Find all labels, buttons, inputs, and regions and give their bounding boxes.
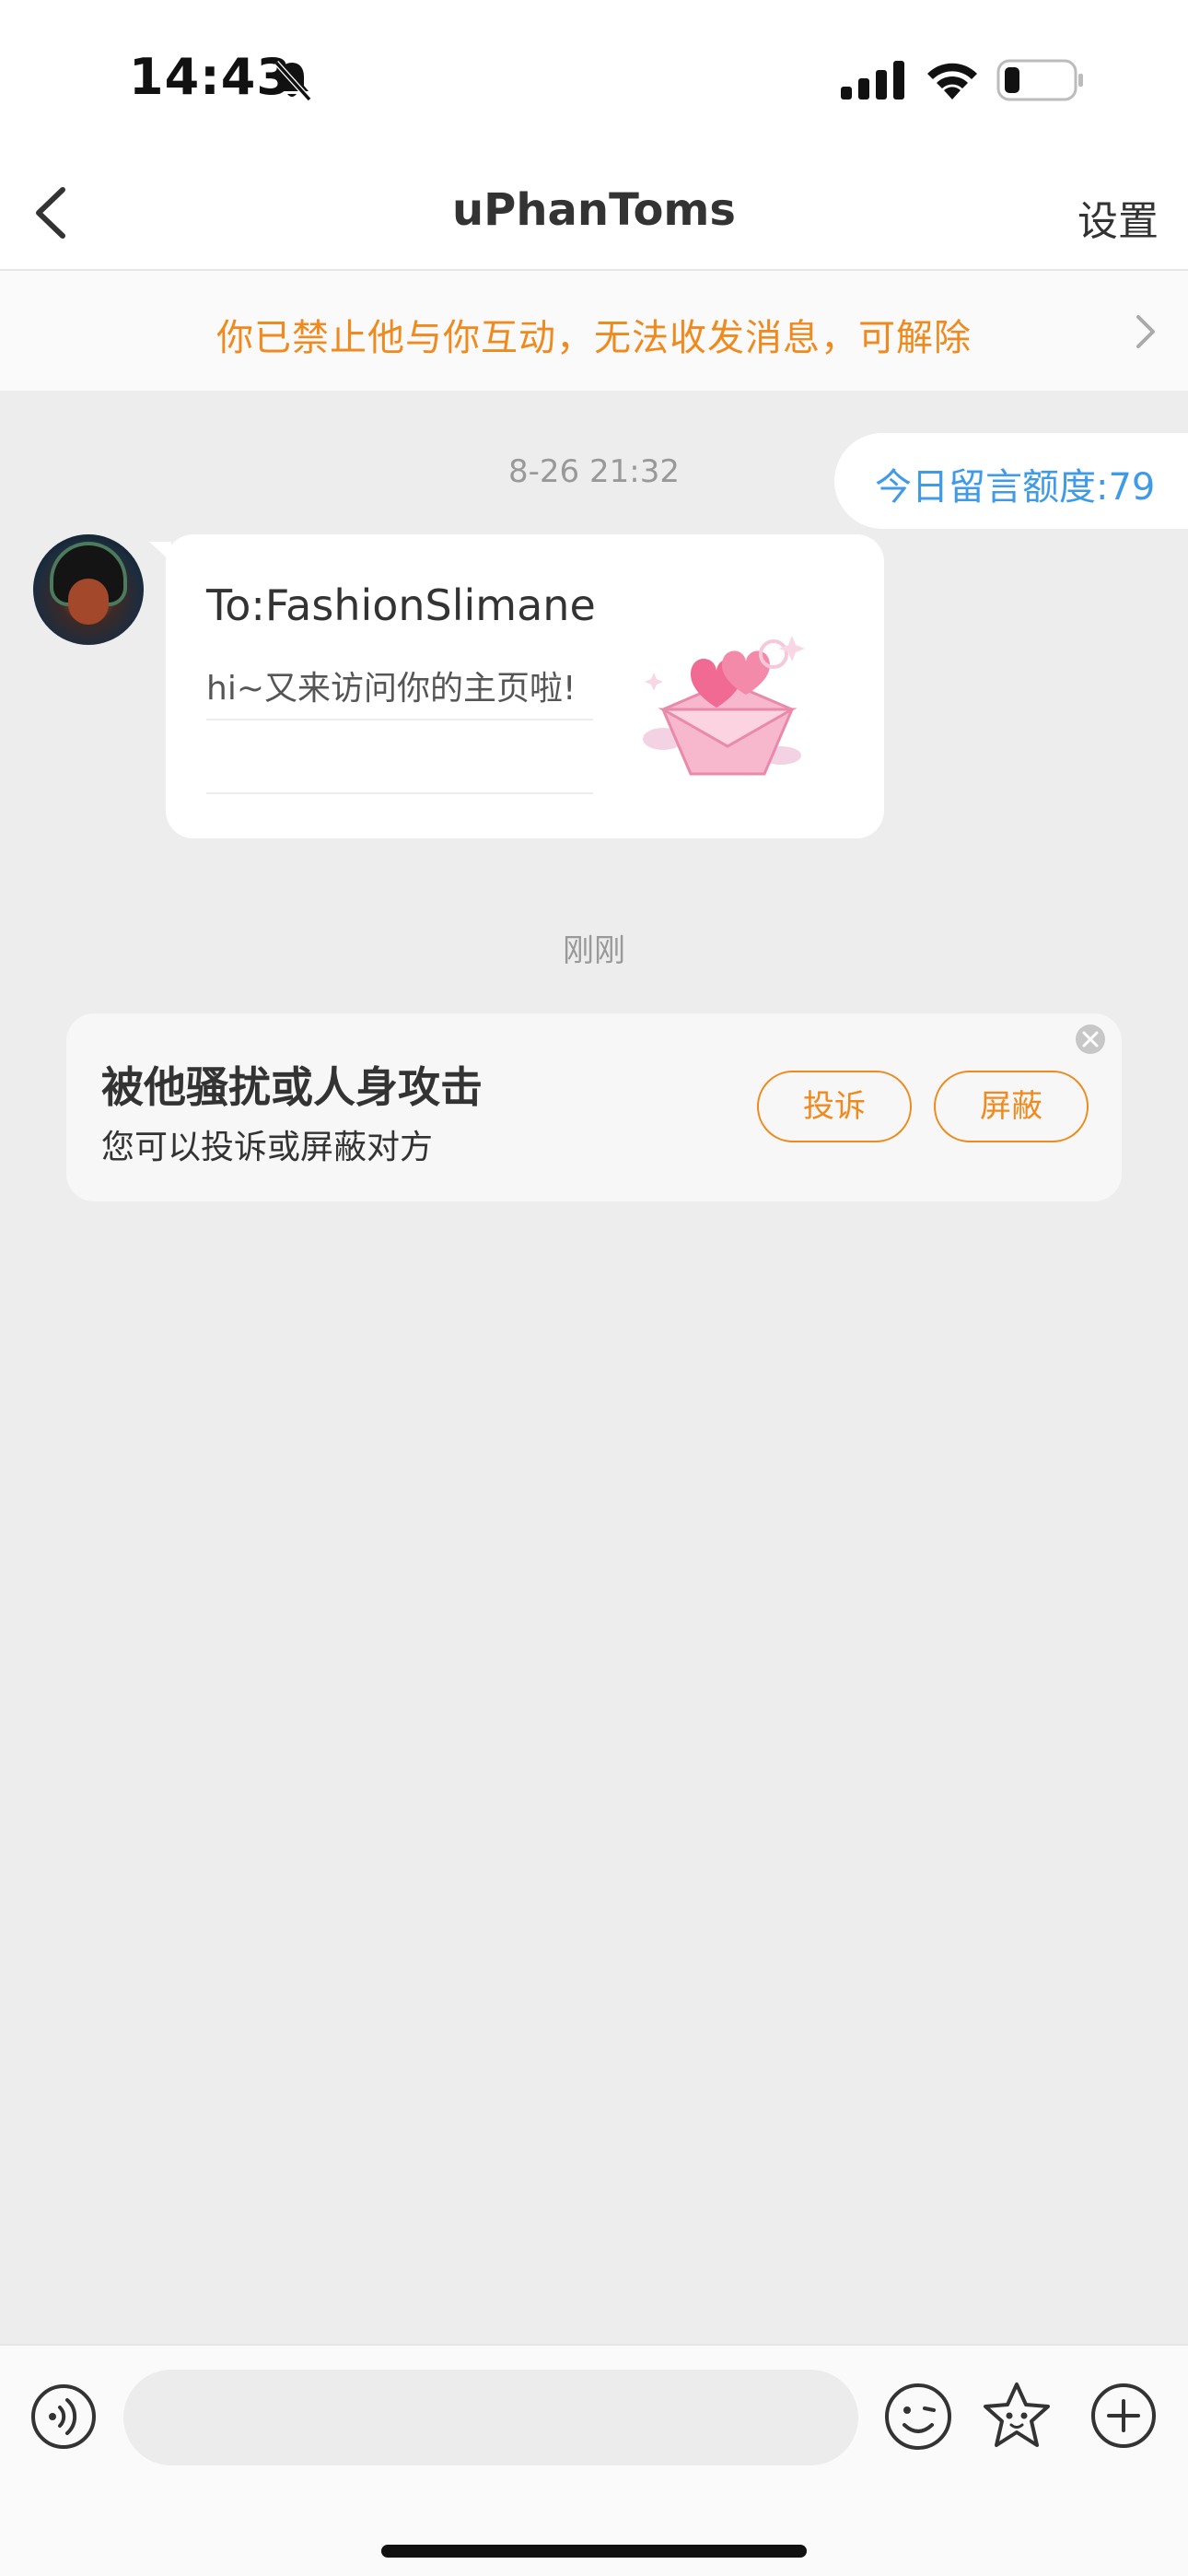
home-indicator: [381, 2545, 807, 2558]
status-bar: 14:43: [0, 0, 1188, 157]
sticker-star-icon[interactable]: [980, 2379, 1054, 2453]
greeting-card-recipient: To:FashionSlimane: [206, 580, 596, 630]
settings-button[interactable]: 设置: [1077, 188, 1159, 247]
voice-icon[interactable]: [29, 2383, 98, 2451]
greeting-card-text: hi~又来访问你的主页啦!: [206, 670, 577, 708]
harassment-report-card: 被他骚扰或人身攻击 您可以投诉或屏蔽对方 投诉 屏蔽: [66, 1013, 1122, 1201]
message-input[interactable]: [123, 2370, 858, 2465]
message-quota-pill[interactable]: 今日留言额度:79: [834, 433, 1188, 529]
nav-bar: uPhanToms 设置: [0, 157, 1188, 271]
page-title: uPhanToms: [451, 184, 736, 236]
divider: [206, 792, 593, 794]
avatar[interactable]: [33, 534, 144, 645]
greeting-card-message[interactable]: To:FashionSlimane hi~又来访问你的主页啦!: [166, 534, 884, 838]
complain-button[interactable]: 投诉: [757, 1071, 912, 1142]
block-button[interactable]: 屏蔽: [934, 1071, 1089, 1142]
avatar-face-shape: [68, 579, 109, 625]
message-timestamp: 刚刚: [563, 932, 625, 969]
status-time: 14:43: [129, 48, 292, 106]
input-bar: [0, 2344, 1188, 2576]
cellular-signal-icon: [841, 61, 904, 100]
bell-muted-icon: [274, 60, 312, 102]
chevron-right-icon: [1136, 315, 1155, 348]
plus-icon[interactable]: [1089, 2381, 1159, 2451]
report-card-subtitle: 您可以投诉或屏蔽对方: [101, 1129, 434, 1166]
love-letter-envelope-icon: [643, 636, 805, 776]
wifi-icon: [927, 63, 977, 100]
divider: [206, 719, 593, 720]
emoji-icon[interactable]: [882, 2381, 954, 2453]
report-card-title: 被他骚扰或人身攻击: [101, 1062, 483, 1112]
blocked-banner-text: 你已禁止他与你互动，无法收发消息，可解除: [216, 317, 972, 359]
close-icon[interactable]: [1074, 1023, 1107, 1056]
blocked-banner[interactable]: 你已禁止他与你互动，无法收发消息，可解除: [0, 271, 1188, 391]
message-quota-label: 今日留言额度:79: [875, 466, 1156, 509]
battery-icon: [996, 59, 1083, 101]
